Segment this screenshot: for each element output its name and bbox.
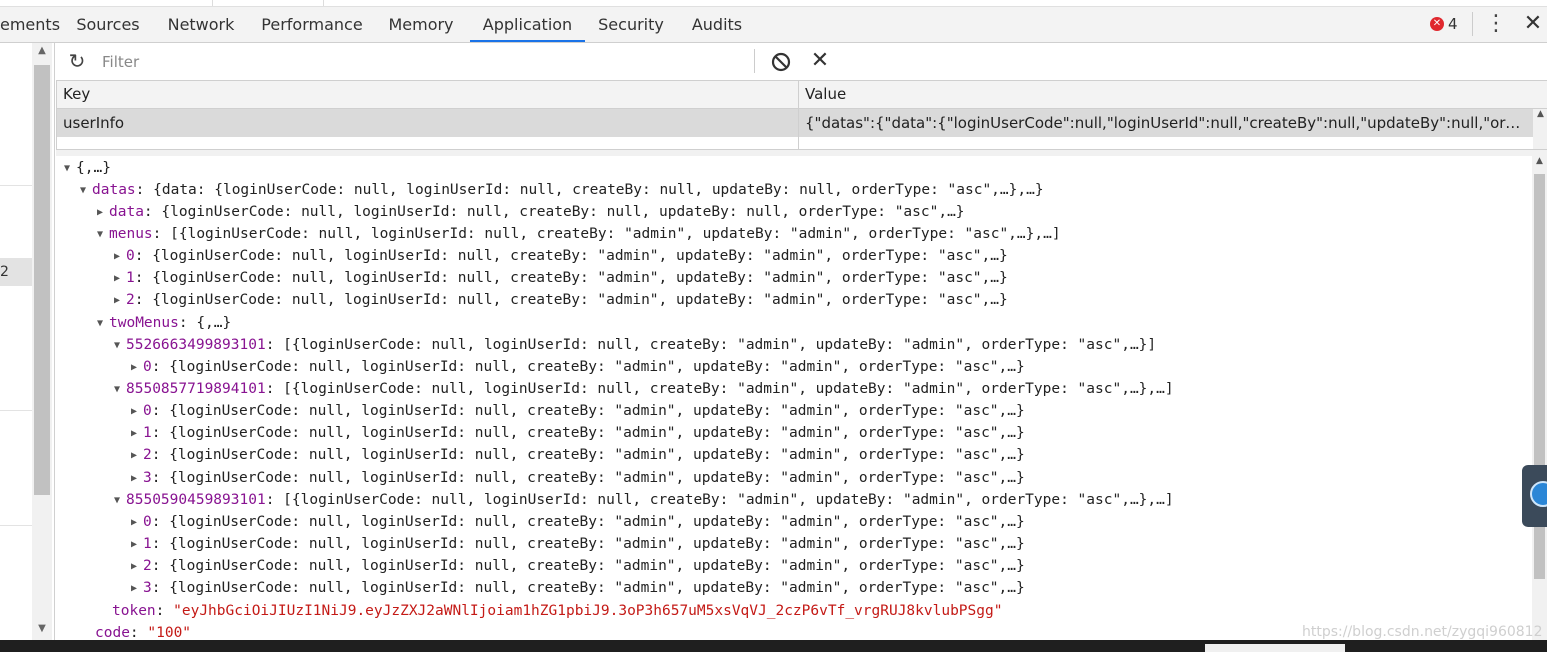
clear-icon[interactable]: ✕ [808, 46, 832, 76]
tree-node-token[interactable]: token: "eyJhbGciOiJIUzI1NiJ9.eyJzZXJ2aWN… [112, 600, 1002, 622]
block-icon[interactable] [770, 51, 792, 73]
collapse-triangle-icon[interactable]: ▶ [114, 268, 126, 290]
kebab-icon[interactable]: ⋮ [1485, 10, 1507, 38]
tree-node-item[interactable]: ▶ 3: {loginUserCode: null, loginUserId: n… [131, 577, 1025, 599]
tab-network[interactable]: Network [162, 7, 240, 42]
expand-triangle-icon[interactable]: ▼ [64, 158, 76, 180]
expand-triangle-icon[interactable]: ▼ [114, 379, 126, 401]
sidebar-divider [0, 525, 32, 526]
collapse-triangle-icon[interactable]: ▶ [131, 556, 143, 578]
collapse-triangle-icon[interactable]: ▶ [131, 534, 143, 556]
row-value: {"datas":{"data":{"loginUserCode":null,"… [805, 114, 1527, 132]
taskbar-strip [0, 640, 1547, 652]
tree-node-data[interactable]: ▶ data: {loginUserCode: null, loginUserId… [97, 201, 965, 223]
tab-elements[interactable]: ements [0, 7, 60, 42]
tree-node-item[interactable]: ▶ 3: {loginUserCode: null, loginUserId: n… [131, 467, 1025, 489]
devtools-tab-bar: ements Sources Network Performance Memor… [0, 7, 1547, 43]
tab-application[interactable]: Application [470, 7, 585, 42]
tree-node-item[interactable]: ▶ 1: {loginUserCode: null, loginUserId: n… [131, 533, 1025, 555]
table-row[interactable] [57, 138, 1533, 149]
watermark: https://blog.csdn.net/zygqi960812 [1302, 624, 1543, 640]
tree-node-item[interactable]: ▶ 2: {loginUserCode: null, loginUserId: n… [131, 555, 1025, 577]
tree-node-item[interactable]: ▶ 1: {loginUserCode: null, loginUserId: n… [131, 422, 1025, 444]
collapse-triangle-icon[interactable]: ▶ [131, 423, 143, 445]
tab-audits[interactable]: Audits [686, 7, 748, 42]
top-strip-segment [0, 0, 213, 6]
floating-side-widget[interactable] [1522, 465, 1547, 527]
error-counter[interactable]: ✕ 4 [1430, 15, 1458, 33]
tree-node-root[interactable]: ▼ {,…} [64, 157, 111, 179]
tree-node-code[interactable]: code: "100" [95, 622, 191, 640]
tab-sources[interactable]: Sources [72, 7, 144, 42]
row-key [57, 138, 793, 149]
table-header: Key Value [57, 81, 1547, 109]
error-icon: ✕ [1430, 17, 1444, 31]
sidebar-divider [0, 410, 32, 411]
row-key: userInfo [63, 114, 125, 132]
row-value [799, 138, 1527, 149]
browser-top-strip [0, 0, 1547, 7]
value-preview: ▼ {,…} ▼ datas: {data: {loginUserCode: nul… [56, 156, 1532, 640]
collapse-triangle-icon[interactable]: ▶ [131, 468, 143, 490]
sidebar-item-label: 2 [0, 264, 9, 280]
collapse-triangle-icon[interactable]: ▶ [131, 512, 143, 534]
application-sidebar: 2 ▲ ▼ [0, 43, 55, 640]
tab-performance[interactable]: Performance [256, 7, 368, 42]
tree-node-group[interactable]: ▼ 8550590459893101: [{loginUserCode: null… [114, 489, 1174, 511]
expand-triangle-icon[interactable]: ▼ [97, 224, 109, 246]
column-header-key[interactable]: Key [57, 81, 90, 108]
collapse-triangle-icon[interactable]: ▶ [131, 578, 143, 600]
storage-table: Key Value userInfo {"datas":{"data":{"lo… [56, 81, 1547, 149]
filter-input[interactable] [100, 49, 744, 75]
taskbar-item [1205, 644, 1345, 652]
tree-node-item[interactable]: ▶ 0: {loginUserCode: null, loginUserId: n… [131, 400, 1025, 422]
storage-toolbar: ↻ ✕ [56, 43, 1547, 81]
toolbar-divider [754, 49, 755, 73]
sidebar-item-selected[interactable]: 2 [0, 258, 32, 286]
expand-triangle-icon[interactable]: ▼ [114, 490, 126, 512]
tree-node-twomenus[interactable]: ▼ twoMenus: {,…} [97, 312, 231, 334]
tree-node-item[interactable]: ▶ 0: {loginUserCode: null, loginUserId: n… [131, 356, 1025, 378]
close-icon[interactable]: ✕ [1520, 10, 1546, 38]
collapse-triangle-icon[interactable]: ▶ [131, 401, 143, 423]
column-divider[interactable] [798, 81, 799, 149]
expand-triangle-icon[interactable]: ▼ [114, 335, 126, 357]
collapse-triangle-icon[interactable]: ▶ [131, 445, 143, 467]
expand-triangle-icon[interactable]: ▼ [97, 313, 109, 335]
tree-node-item[interactable]: ▶ 0: {loginUserCode: null, loginUserId: n… [131, 511, 1025, 533]
tab-security[interactable]: Security [593, 7, 669, 42]
tree-node-item[interactable]: ▶ 1: {loginUserCode: null, loginUserId: n… [114, 267, 1008, 289]
tree-node-menus[interactable]: ▼ menus: [{loginUserCode: null, loginUser… [97, 223, 1061, 245]
scroll-down-icon[interactable]: ▼ [34, 623, 50, 634]
tree-node-item[interactable]: ▶ 0: {loginUserCode: null, loginUserId: n… [114, 245, 1008, 267]
scroll-up-icon[interactable]: ▲ [1532, 156, 1547, 166]
column-header-value[interactable]: Value [799, 81, 846, 108]
top-strip-segment [213, 0, 324, 6]
sidebar-divider [0, 185, 32, 186]
error-count: 4 [1448, 15, 1458, 33]
tree-node-datas[interactable]: ▼ datas: {data: {loginUserCode: null, log… [80, 179, 1044, 201]
collapse-triangle-icon[interactable]: ▶ [131, 357, 143, 379]
collapse-triangle-icon[interactable]: ▶ [114, 290, 126, 312]
tree-node-group[interactable]: ▼ 5526663499893101: [{loginUserCode: null… [114, 334, 1156, 356]
tree-node-group[interactable]: ▼ 8550857719894101: [{loginUserCode: null… [114, 378, 1174, 400]
table-scrollbar[interactable]: ▲ [1533, 109, 1547, 149]
scroll-up-icon[interactable]: ▲ [1533, 109, 1547, 119]
widget-icon [1530, 481, 1547, 507]
scroll-up-icon[interactable]: ▲ [34, 45, 50, 56]
tab-memory[interactable]: Memory [382, 7, 460, 42]
expand-triangle-icon[interactable]: ▼ [80, 180, 92, 202]
toolbar-divider [1472, 12, 1473, 36]
tree-node-item[interactable]: ▶ 2: {loginUserCode: null, loginUserId: n… [114, 289, 1008, 311]
collapse-triangle-icon[interactable]: ▶ [97, 202, 109, 224]
sidebar-scroll-thumb[interactable] [34, 65, 50, 495]
refresh-icon[interactable]: ↻ [66, 49, 88, 73]
collapse-triangle-icon[interactable]: ▶ [114, 246, 126, 268]
preview-scrollbar[interactable]: ▲ [1532, 156, 1547, 640]
table-row[interactable]: userInfo {"datas":{"data":{"loginUserCod… [57, 109, 1533, 137]
tree-node-item[interactable]: ▶ 2: {loginUserCode: null, loginUserId: n… [131, 444, 1025, 466]
